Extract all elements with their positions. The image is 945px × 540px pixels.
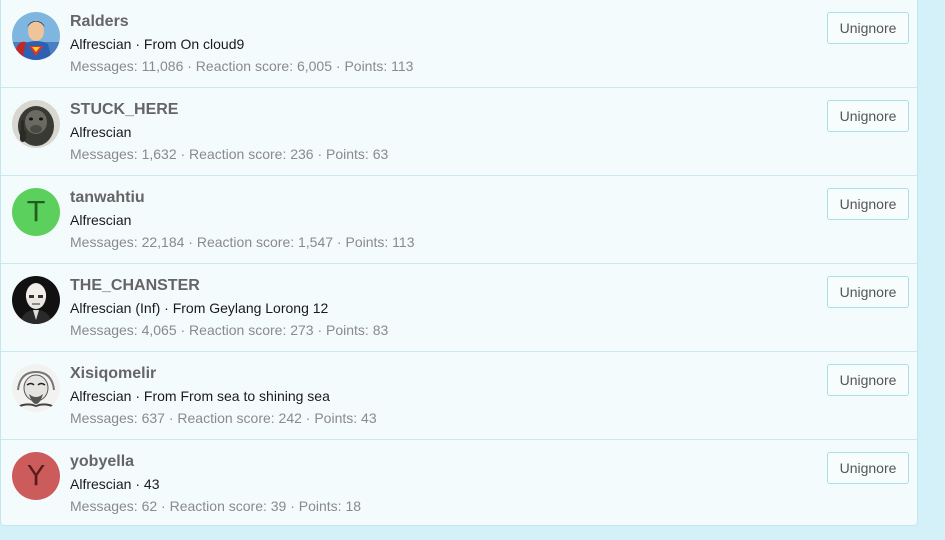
avatar[interactable] xyxy=(12,364,60,412)
username[interactable]: STUCK_HERE xyxy=(70,101,178,119)
unignore-button[interactable]: Unignore xyxy=(827,452,909,484)
username[interactable]: yobyella xyxy=(70,453,134,471)
gorilla-avatar-icon xyxy=(12,100,60,148)
member-row: Y yobyella Alfrescian · 43 Messages: 62 … xyxy=(1,440,917,528)
avatar[interactable] xyxy=(12,100,60,148)
unignore-button[interactable]: Unignore xyxy=(827,276,909,308)
user-title: Alfrescian xyxy=(70,212,132,228)
member-row: Xisiqomelir Alfrescian · From From sea t… xyxy=(1,352,917,440)
username[interactable]: Ralders xyxy=(70,13,129,31)
member-row: STUCK_HERE Alfrescian Messages: 1,632 · … xyxy=(1,88,917,176)
user-stats: Messages: 637 · Reaction score: 242 · Po… xyxy=(70,410,377,426)
user-stats: Messages: 62 · Reaction score: 39 · Poin… xyxy=(70,498,362,514)
letter-avatar: Y xyxy=(12,452,60,500)
user-stats: Messages: 22,184 · Reaction score: 1,547… xyxy=(70,234,415,250)
superhero-avatar-icon xyxy=(12,12,60,60)
unignore-button[interactable]: Unignore xyxy=(827,100,909,132)
avatar[interactable] xyxy=(12,12,60,60)
user-stats: Messages: 1,632 · Reaction score: 236 · … xyxy=(70,146,389,162)
user-title: Alfrescian xyxy=(70,124,132,140)
unignore-button[interactable]: Unignore xyxy=(827,364,909,396)
user-title: Alfrescian · 43 xyxy=(70,476,160,492)
username[interactable]: Xisiqomelir xyxy=(70,365,156,383)
letter-avatar: T xyxy=(12,188,60,236)
username[interactable]: tanwahtiu xyxy=(70,189,145,207)
user-stats: Messages: 4,065 · Reaction score: 273 · … xyxy=(70,322,389,338)
user-stats: Messages: 11,086 · Reaction score: 6,005… xyxy=(70,58,414,74)
unignore-button[interactable]: Unignore xyxy=(827,12,909,44)
avatar[interactable]: T xyxy=(12,188,60,236)
member-row: Ralders Alfrescian · From On cloud9 Mess… xyxy=(1,0,917,88)
avatar[interactable]: Y xyxy=(12,452,60,500)
avatar[interactable] xyxy=(12,276,60,324)
user-title: Alfrescian · From On cloud9 xyxy=(70,36,245,52)
ignored-members-list: Ralders Alfrescian · From On cloud9 Mess… xyxy=(0,0,918,526)
username[interactable]: THE_CHANSTER xyxy=(70,277,200,295)
sketch-portrait-avatar-icon xyxy=(12,364,60,412)
bald-man-avatar-icon xyxy=(12,276,60,324)
member-row: T tanwahtiu Alfrescian Messages: 22,184 … xyxy=(1,176,917,264)
member-row: THE_CHANSTER Alfrescian (Inf) · From Gey… xyxy=(1,264,917,352)
unignore-button[interactable]: Unignore xyxy=(827,188,909,220)
user-title: Alfrescian · From From sea to shining se… xyxy=(70,388,330,404)
user-title: Alfrescian (Inf) · From Geylang Lorong 1… xyxy=(70,300,329,316)
